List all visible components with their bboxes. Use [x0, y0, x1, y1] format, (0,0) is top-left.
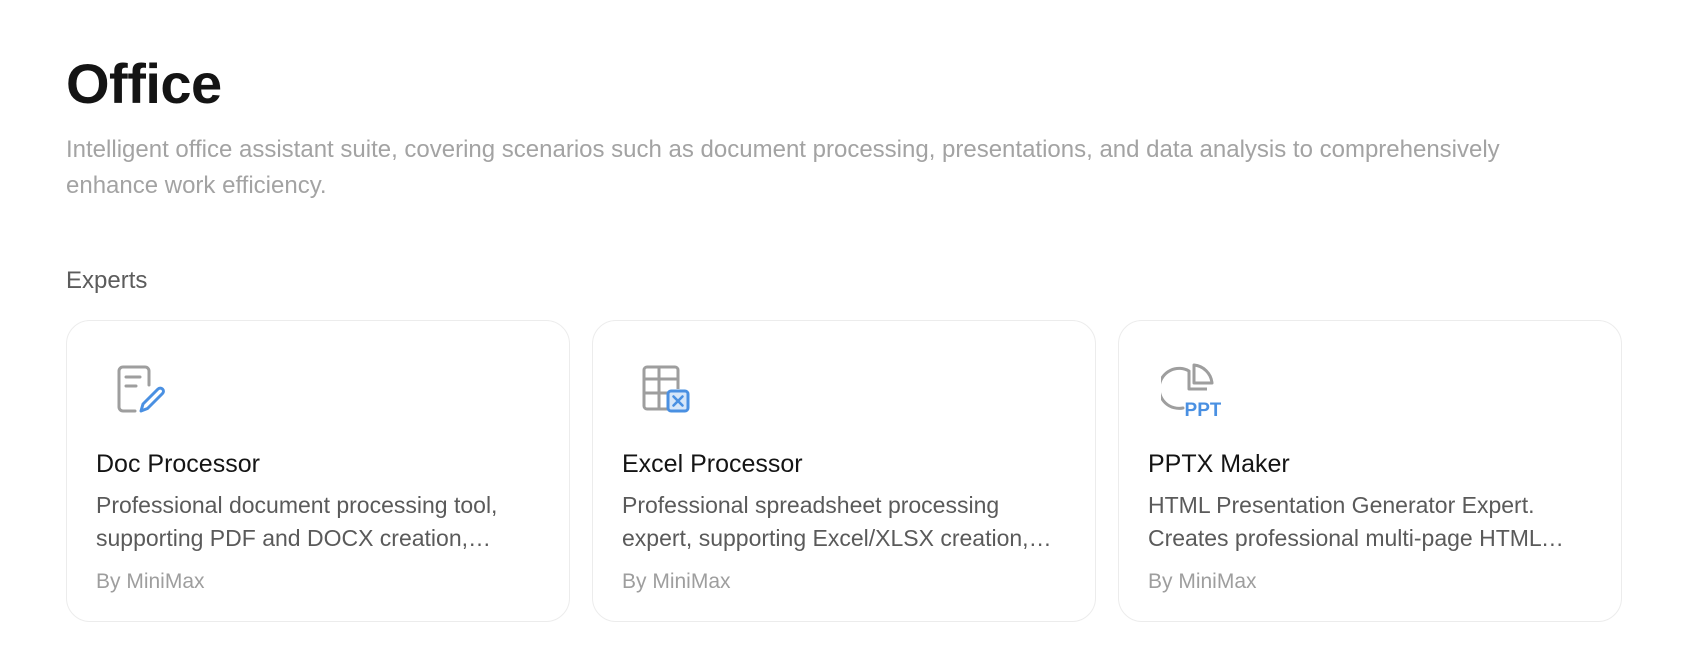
spreadsheet-excel-icon	[635, 359, 695, 419]
card-description: Professional document processing tool, s…	[96, 492, 498, 551]
card-author: By MiniMax	[96, 570, 205, 593]
card-author: By MiniMax	[1148, 570, 1257, 593]
expert-card-list: Doc Processor Professional document proc…	[66, 320, 1622, 622]
expert-card-doc-processor[interactable]: Doc Processor Professional document proc…	[66, 320, 570, 622]
document-edit-icon	[109, 359, 169, 419]
card-title: Doc Processor	[96, 450, 260, 478]
ppt-icon-label: PPT	[1185, 400, 1221, 419]
section-label-experts: Experts	[66, 267, 148, 294]
page-description: Intelligent office assistant suite, cove…	[66, 136, 1500, 199]
pie-chart-ppt-icon: PPT	[1161, 359, 1221, 419]
card-author: By MiniMax	[622, 570, 731, 593]
card-title: PPTX Maker	[1148, 450, 1290, 478]
card-description: Professional spreadsheet processing expe…	[622, 492, 1029, 551]
card-title: Excel Processor	[622, 450, 803, 478]
expert-card-excel-processor[interactable]: Excel Processor Professional spreadsheet…	[592, 320, 1096, 622]
page-title: Office	[66, 52, 222, 115]
expert-card-pptx-maker[interactable]: PPT PPTX Maker HTML Presentation Generat…	[1118, 320, 1622, 622]
card-description: HTML Presentation Generator Expert. Crea…	[1148, 492, 1541, 551]
